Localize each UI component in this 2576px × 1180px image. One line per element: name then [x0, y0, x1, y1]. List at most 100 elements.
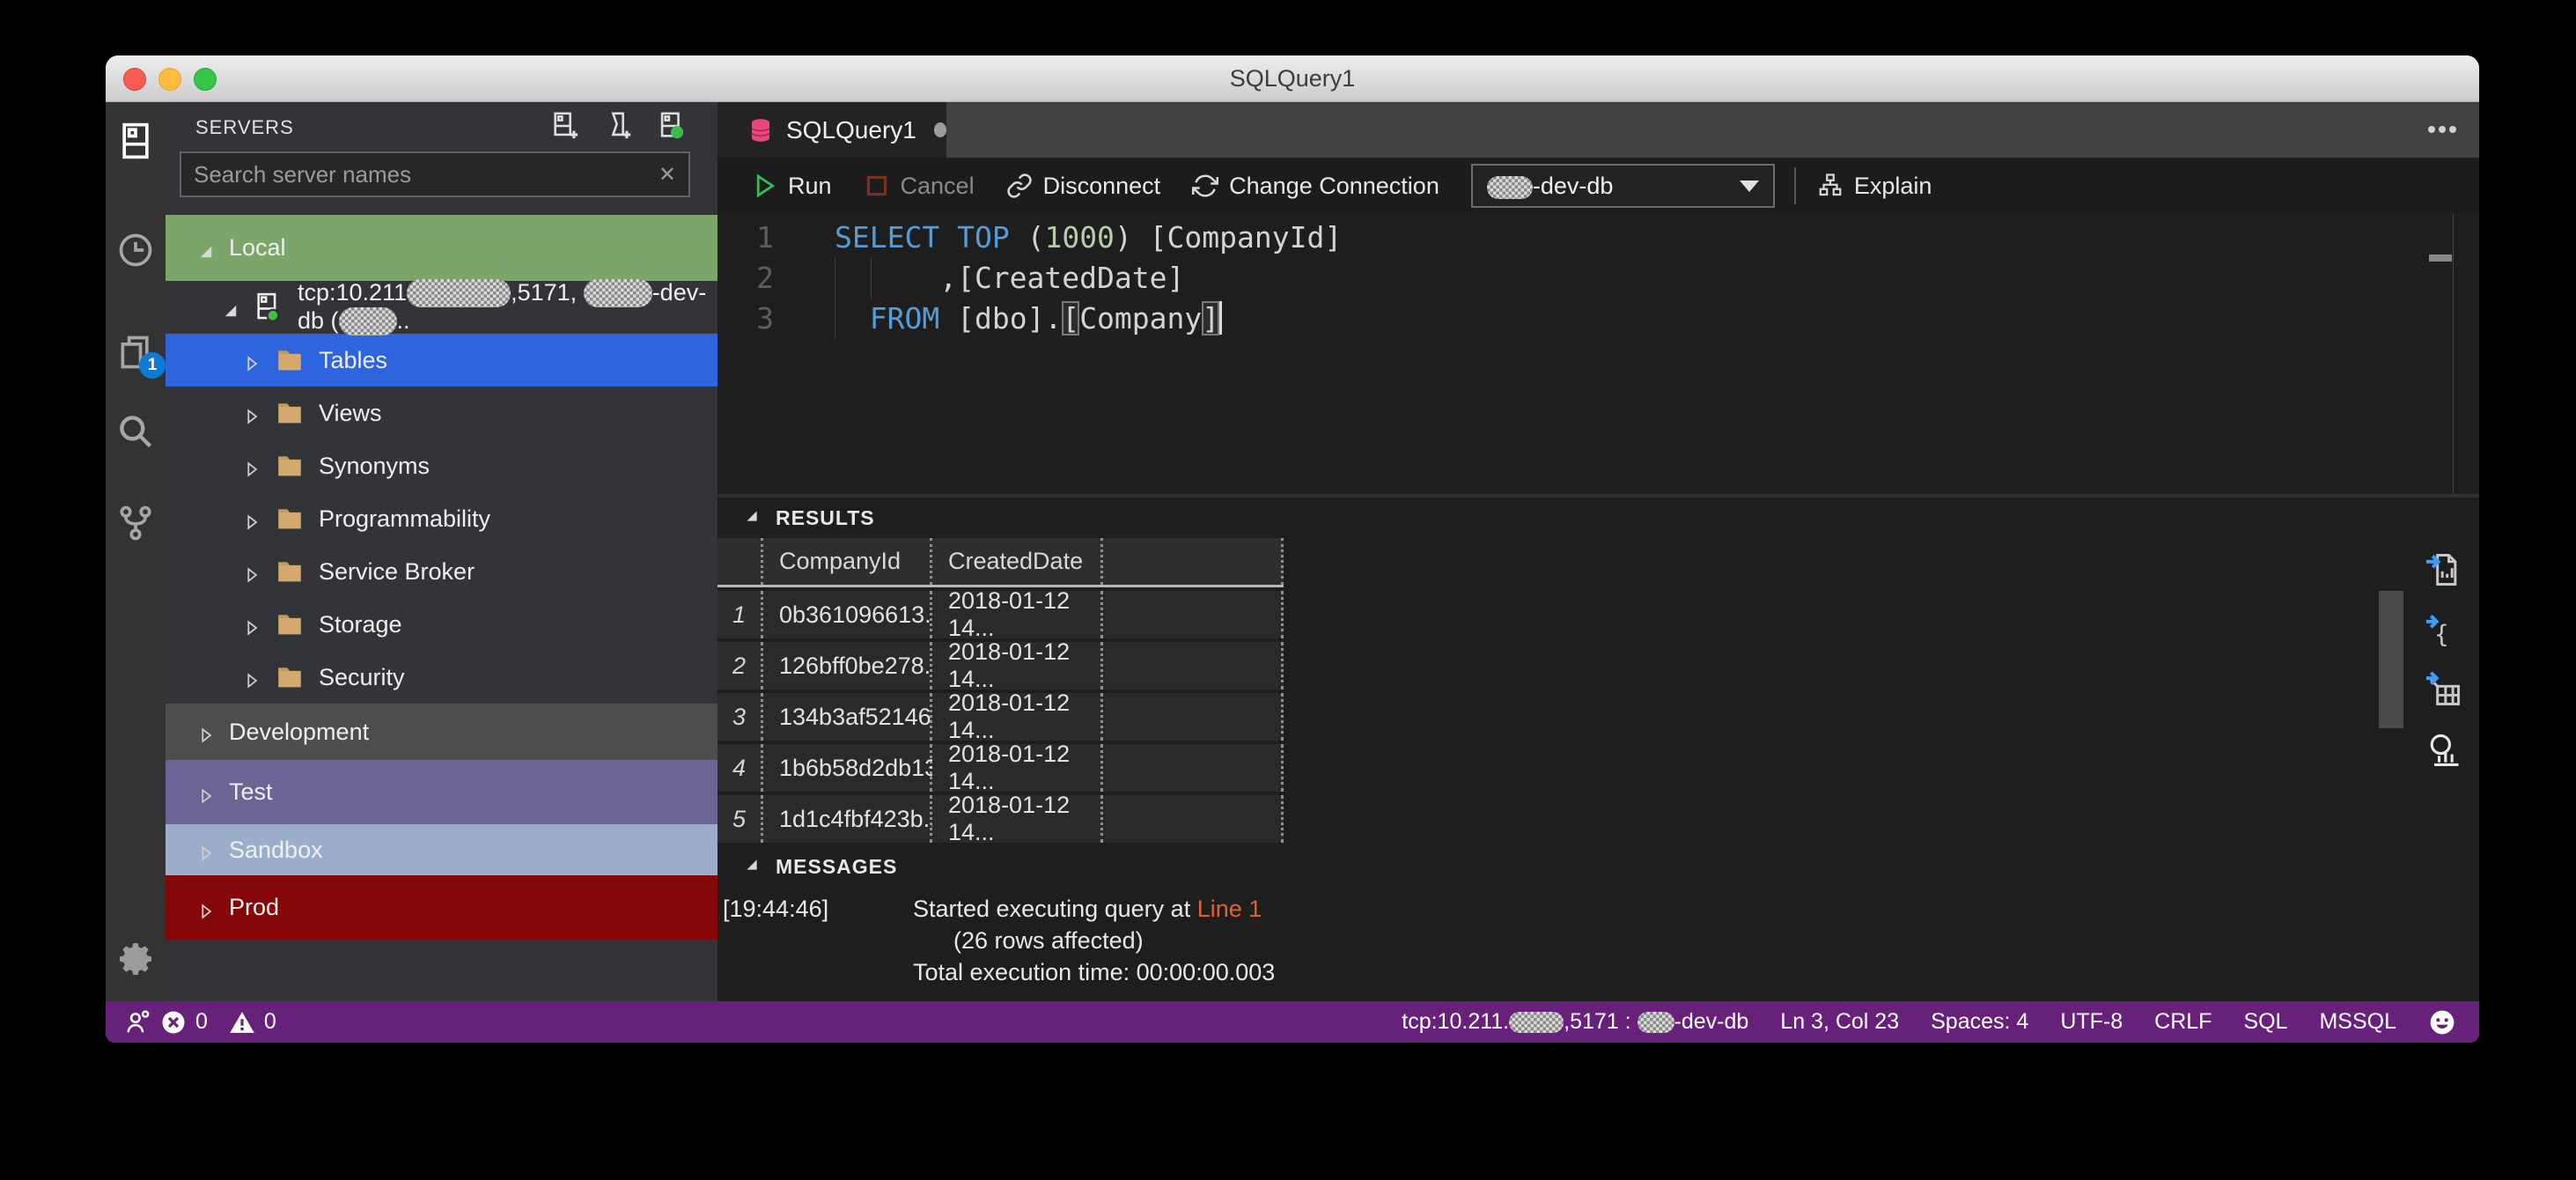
view-chart-icon[interactable] [2425, 730, 2463, 769]
column-header-createddate[interactable]: CreatedDate [932, 538, 1103, 585]
tree-item-tables[interactable]: Tables [166, 334, 718, 387]
collapse-messages-icon[interactable] [744, 859, 760, 876]
editor-scrollbar[interactable] [2429, 214, 2454, 494]
status-item-utf-8[interactable]: UTF-8 [2060, 1009, 2123, 1035]
grid-cell[interactable]: 2018-01-12 14... [932, 792, 1103, 845]
row-number-cell[interactable]: 4 [718, 744, 763, 792]
settings-gear-icon[interactable] [114, 938, 157, 980]
tree-item-test[interactable]: Test [166, 760, 718, 824]
tree-item-storage[interactable]: Storage [166, 598, 718, 651]
results-title: RESULTS [776, 506, 875, 529]
search-input[interactable] [181, 160, 659, 188]
grid-cell[interactable]: 1b6b58d2db13.. [763, 744, 951, 792]
source-control-icon[interactable] [116, 504, 155, 542]
collapse-twisty-icon[interactable] [243, 616, 261, 636]
editor-line-2[interactable]: 2 ,[CreatedDate] [718, 258, 2444, 299]
collapse-twisty-icon[interactable] [243, 457, 261, 477]
warnings-icon[interactable] [229, 1009, 255, 1036]
errors-icon[interactable] [160, 1009, 187, 1036]
sql-editor[interactable]: 1 SELECT TOP (1000) [CompanyId] 2 ,[Create… [718, 214, 2479, 494]
redacted-text [1509, 1012, 1564, 1033]
open-editors-icon[interactable]: 1 [116, 333, 166, 379]
grid-cell[interactable]: 0b361096613... [763, 591, 945, 638]
accounts-icon[interactable] [125, 1009, 151, 1036]
connections-icon[interactable] [116, 122, 155, 160]
collapse-twisty-icon[interactable] [197, 841, 215, 861]
collapse-twisty-icon[interactable] [197, 723, 215, 743]
tree-item-prod[interactable]: Prod [166, 875, 718, 940]
grid-cell[interactable] [1103, 693, 1284, 741]
save-csv-icon[interactable] [2425, 550, 2463, 589]
grid-cell[interactable]: 2018-01-12 14... [932, 638, 1103, 692]
disconnect-button[interactable]: Disconnect [1006, 173, 1160, 200]
grid-cell[interactable]: 134b3af52146... [763, 693, 951, 741]
results-header[interactable]: RESULTS [744, 506, 875, 530]
column-header-companyid[interactable]: CompanyId [763, 538, 932, 585]
tree-item-sandbox[interactable]: Sandbox [166, 824, 718, 875]
grid-cell[interactable] [1103, 591, 1284, 638]
collapse-results-icon[interactable] [744, 511, 760, 527]
tree-item-synonyms[interactable]: Synonyms [166, 439, 718, 492]
grid-cell[interactable]: 126bff0be278... [763, 642, 944, 690]
search-icon[interactable] [116, 412, 155, 451]
new-server-group-icon[interactable] [603, 111, 633, 141]
grid-cell[interactable] [1103, 795, 1284, 843]
status-item-ln-3-col-23[interactable]: Ln 3, Col 23 [1780, 1009, 1899, 1035]
tree-item-security[interactable]: Security [166, 651, 718, 704]
row-number-cell[interactable]: 5 [718, 795, 763, 843]
status-connection[interactable]: tcp:10.211. ,5171 : -dev-db [1402, 1009, 1748, 1035]
cancel-button[interactable]: Cancel [864, 173, 975, 200]
run-button[interactable]: Run [751, 173, 832, 200]
grid-row-3: 3 134b3af52146... 2018-01-12 14... [718, 690, 1284, 743]
collapse-twisty-icon[interactable] [197, 899, 215, 919]
messages-header[interactable]: MESSAGES [744, 855, 897, 879]
collapse-twisty-icon[interactable] [243, 404, 261, 424]
expand-twisty-icon[interactable] [222, 299, 239, 317]
grid-cell[interactable]: 2018-01-12 14... [932, 741, 1103, 794]
feedback-smiley-icon[interactable] [2428, 1008, 2456, 1036]
editor-line-3[interactable]: 3 FROM [dbo].[Company] [718, 299, 2444, 339]
tree-item-views[interactable]: Views [166, 387, 718, 439]
save-excel-icon[interactable] [2425, 670, 2463, 709]
collapse-twisty-icon[interactable] [243, 668, 261, 689]
tab-sqlquery1[interactable]: SQLQuery1 [718, 102, 946, 158]
grid-cell[interactable]: 2018-01-12 14... [932, 587, 1103, 641]
collapse-twisty-icon[interactable] [243, 563, 261, 583]
status-item-spaces-4[interactable]: Spaces: 4 [1931, 1009, 2028, 1035]
expand-twisty-icon[interactable] [197, 240, 215, 257]
grid-cell[interactable] [1103, 744, 1284, 792]
grid-cell[interactable] [1103, 642, 1284, 690]
tree-item-local[interactable]: Local [166, 215, 718, 281]
status-item-crlf[interactable]: CRLF [2154, 1009, 2212, 1035]
database-dropdown[interactable]: -dev-db [1470, 164, 1775, 208]
row-number-cell[interactable]: 2 [718, 642, 763, 690]
message-line-link[interactable]: Line 1 [1197, 896, 1262, 922]
clear-search-icon[interactable]: ✕ [659, 162, 688, 188]
tree-item-service-broker[interactable]: Service Broker [166, 545, 718, 598]
unsaved-changes-dot[interactable] [933, 122, 946, 137]
active-connections-icon[interactable] [656, 111, 686, 141]
error-count[interactable]: 0 [195, 1009, 208, 1035]
chevron-down-icon [1739, 180, 1759, 192]
row-number-cell[interactable]: 3 [718, 693, 763, 741]
status-item-sql[interactable]: SQL [2243, 1009, 2287, 1035]
new-connection-icon[interactable] [550, 111, 580, 141]
status-item-mssql[interactable]: MSSQL [2319, 1009, 2396, 1035]
editor-line-1[interactable]: 1 SELECT TOP (1000) [CompanyId] [718, 218, 2444, 258]
warning-count[interactable]: 0 [264, 1009, 276, 1035]
tree-item-server-connection[interactable]: tcp:10.211,5171, -dev-db (.. [166, 279, 718, 336]
collapse-twisty-icon[interactable] [243, 510, 261, 530]
grid-cell[interactable]: 1d1c4fbf423b... [763, 795, 943, 843]
results-scrollbar[interactable] [2379, 591, 2403, 728]
explain-button[interactable]: Explain [1817, 173, 1932, 200]
row-number-cell[interactable]: 1 [718, 591, 763, 638]
collapse-twisty-icon[interactable] [197, 784, 215, 804]
save-json-icon[interactable]: { } [2425, 610, 2478, 649]
tree-item-development[interactable]: Development [166, 704, 718, 760]
tree-item-programmability[interactable]: Programmability [166, 492, 718, 545]
history-icon[interactable] [116, 231, 155, 269]
more-actions-icon[interactable] [2425, 118, 2460, 141]
collapse-twisty-icon[interactable] [243, 351, 261, 372]
change-connection-button[interactable]: Change Connection [1192, 173, 1439, 200]
grid-cell[interactable]: 2018-01-12 14... [932, 690, 1103, 743]
